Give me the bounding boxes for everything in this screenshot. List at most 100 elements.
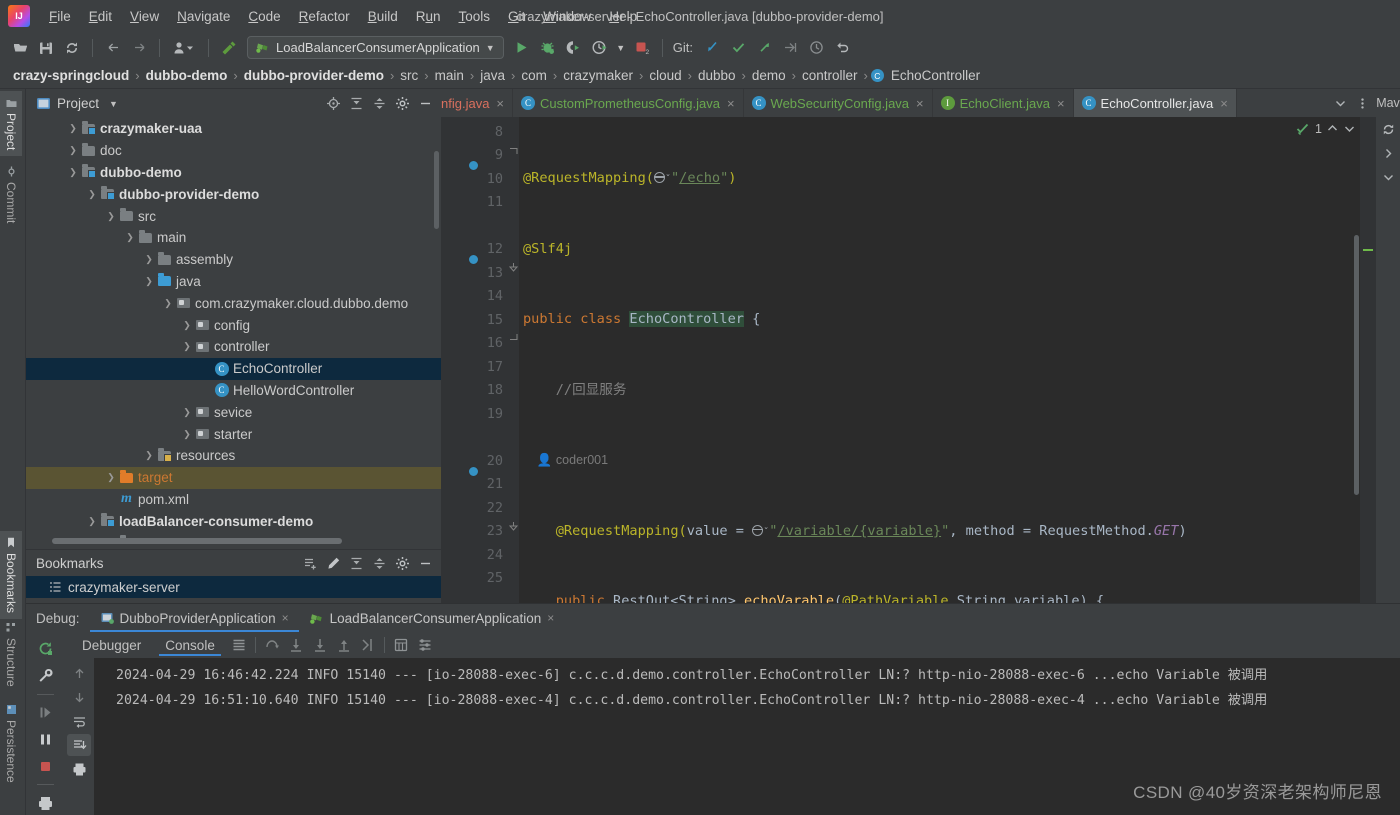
tab-config-java[interactable]: nfig.java × [441,89,514,117]
editor-gutter[interactable]: 8 9 10 11 12 13 14 15 16 17 18 19 20 21 … [441,117,507,608]
breadcrumb-item-8[interactable]: cloud [646,68,684,83]
sidebar-item-persistence[interactable]: Persistence [0,698,22,789]
chevron-right-icon[interactable]: ❯ [180,320,194,331]
force-step-into-icon[interactable] [308,634,332,656]
tree-node[interactable]: ❯ crazymaker-uaa [26,118,441,140]
tree-node-target[interactable]: ❯ target [26,466,441,489]
profiler-icon[interactable] [588,36,612,60]
bookmark-list-item[interactable]: crazymaker-server [26,576,441,598]
breadcrumb-item-9[interactable]: dubbo [695,68,739,83]
close-icon[interactable]: × [496,96,504,111]
tree-node[interactable]: ❯ dubbo-provider-demo [26,183,441,205]
breadcrumb-item-3[interactable]: src [397,68,421,83]
sidebar-item-bookmarks[interactable]: Bookmarks [0,530,22,619]
breadcrumb-item-6[interactable]: com [518,68,550,83]
evaluate-icon[interactable] [389,634,413,656]
edit-icon[interactable] [323,553,343,573]
step-over-icon[interactable] [260,634,284,656]
tree-node[interactable]: ❯ assembly [26,249,441,271]
git-revert-icon[interactable] [831,36,855,60]
tab-web-security-config[interactable]: C WebSecurityConfig.java × [744,89,933,117]
resume-icon[interactable] [32,701,58,725]
scroll-down-icon[interactable] [67,686,91,708]
menu-navigate[interactable]: Navigate [168,5,239,28]
chevron-down-icon[interactable]: ❯ [104,211,118,222]
git-push-icon[interactable] [753,36,777,60]
collapse-all-icon[interactable] [369,94,389,114]
tree-node[interactable]: ❯ src [26,205,441,227]
tree-node[interactable]: C HelloWordController [26,380,441,402]
run-gutter-icon[interactable] [477,169,493,185]
expand-all-icon[interactable] [346,553,366,573]
run-gutter-icon[interactable] [477,475,493,491]
menu-file[interactable]: File [40,5,80,28]
debug-tab-dubbo-provider[interactable]: DubboProviderApplication × [89,604,299,632]
breadcrumb-item-1[interactable]: dubbo-demo [143,68,231,83]
add-bookmark-icon[interactable] [300,553,320,573]
scroll-up-icon[interactable] [67,662,91,684]
chevron-down-icon[interactable]: ❯ [66,167,80,178]
chevron-right-icon[interactable]: ❯ [142,254,156,265]
forward-arrow-icon[interactable] [127,36,151,60]
hide-panel-icon[interactable] [415,94,435,114]
settings-wrench-icon[interactable] [32,664,58,688]
run-with-coverage-icon[interactable] [562,36,586,60]
rerun-icon[interactable] [32,637,58,661]
maven-expand-icon[interactable] [1376,141,1400,165]
settings-gear-icon[interactable] [392,553,412,573]
fold-region-icon[interactable] [509,522,518,532]
debug-tab-loadbalancer-consumer[interactable]: LoadBalancerConsumerApplication × [299,604,565,632]
debug-icon[interactable] [536,36,560,60]
settings-gear-icon[interactable] [392,94,412,114]
breadcrumb-item-10[interactable]: demo [749,68,789,83]
close-icon[interactable]: × [282,611,289,625]
chevron-right-icon[interactable]: ❯ [104,472,118,483]
menu-tools[interactable]: Tools [450,5,500,28]
stop-icon[interactable]: 2 [630,36,654,60]
tab-debugger[interactable]: Debugger [70,632,153,658]
stop-icon[interactable] [32,754,58,778]
tree-node[interactable]: ❯ dubbo-demo [26,162,441,184]
print-icon[interactable] [67,758,91,780]
breadcrumb-item-7[interactable]: crazymaker [560,68,636,83]
expand-all-icon[interactable] [346,94,366,114]
chevron-down-icon[interactable]: ❯ [123,232,137,243]
run-icon[interactable] [510,36,534,60]
sidebar-item-project[interactable]: Project [0,91,22,157]
sync-icon[interactable] [60,36,84,60]
tab-echo-client[interactable]: I EchoClient.java × [933,89,1074,117]
fold-region-icon[interactable] [509,263,518,273]
profile-dropdown-icon[interactable] [168,36,200,60]
print-icon[interactable] [32,791,58,815]
chevron-down-icon[interactable]: ❯ [85,189,99,200]
step-out-icon[interactable] [332,634,356,656]
inspection-widget[interactable]: 1 [1296,121,1356,136]
breadcrumb-current-class[interactable]: EchoController [888,68,983,83]
close-icon[interactable]: × [916,96,924,111]
save-icon[interactable] [34,36,58,60]
chevron-right-icon[interactable]: ❯ [66,123,80,134]
tree-node[interactable]: ❯ doc [26,140,441,162]
run-gutter-icon[interactable] [477,263,493,279]
breadcrumb-item-0[interactable]: crazy-springcloud [10,68,132,83]
sidebar-item-commit[interactable]: Commit [0,160,22,229]
chevron-down-icon[interactable] [1330,92,1350,114]
tree-node[interactable]: ❯ java [26,271,441,293]
tree-node-pom[interactable]: m pom.xml [26,489,441,511]
git-commit-icon[interactable] [727,36,751,60]
inspection-mark[interactable] [1363,249,1373,251]
breadcrumb-item-11[interactable]: controller [799,68,861,83]
run-configuration-selector[interactable]: LoadBalancerConsumerApplication ▼ [247,36,504,59]
menu-build[interactable]: Build [359,5,407,28]
more-vertical-icon[interactable] [1352,92,1372,114]
git-history-icon[interactable] [805,36,829,60]
build-hammer-icon[interactable] [217,36,241,60]
chevron-right-icon[interactable]: ❯ [180,429,194,440]
hide-panel-icon[interactable] [415,553,435,573]
project-tree[interactable]: ❯ crazymaker-uaa ❯ doc ❯ dubbo-demo ❯ du… [26,118,441,544]
fold-region-icon[interactable] [509,332,518,341]
fold-region-icon[interactable] [509,147,518,156]
tree-node[interactable]: ❯ resources [26,445,441,467]
menu-run[interactable]: Run [407,5,450,28]
chevron-right-icon[interactable]: ❯ [66,145,80,156]
